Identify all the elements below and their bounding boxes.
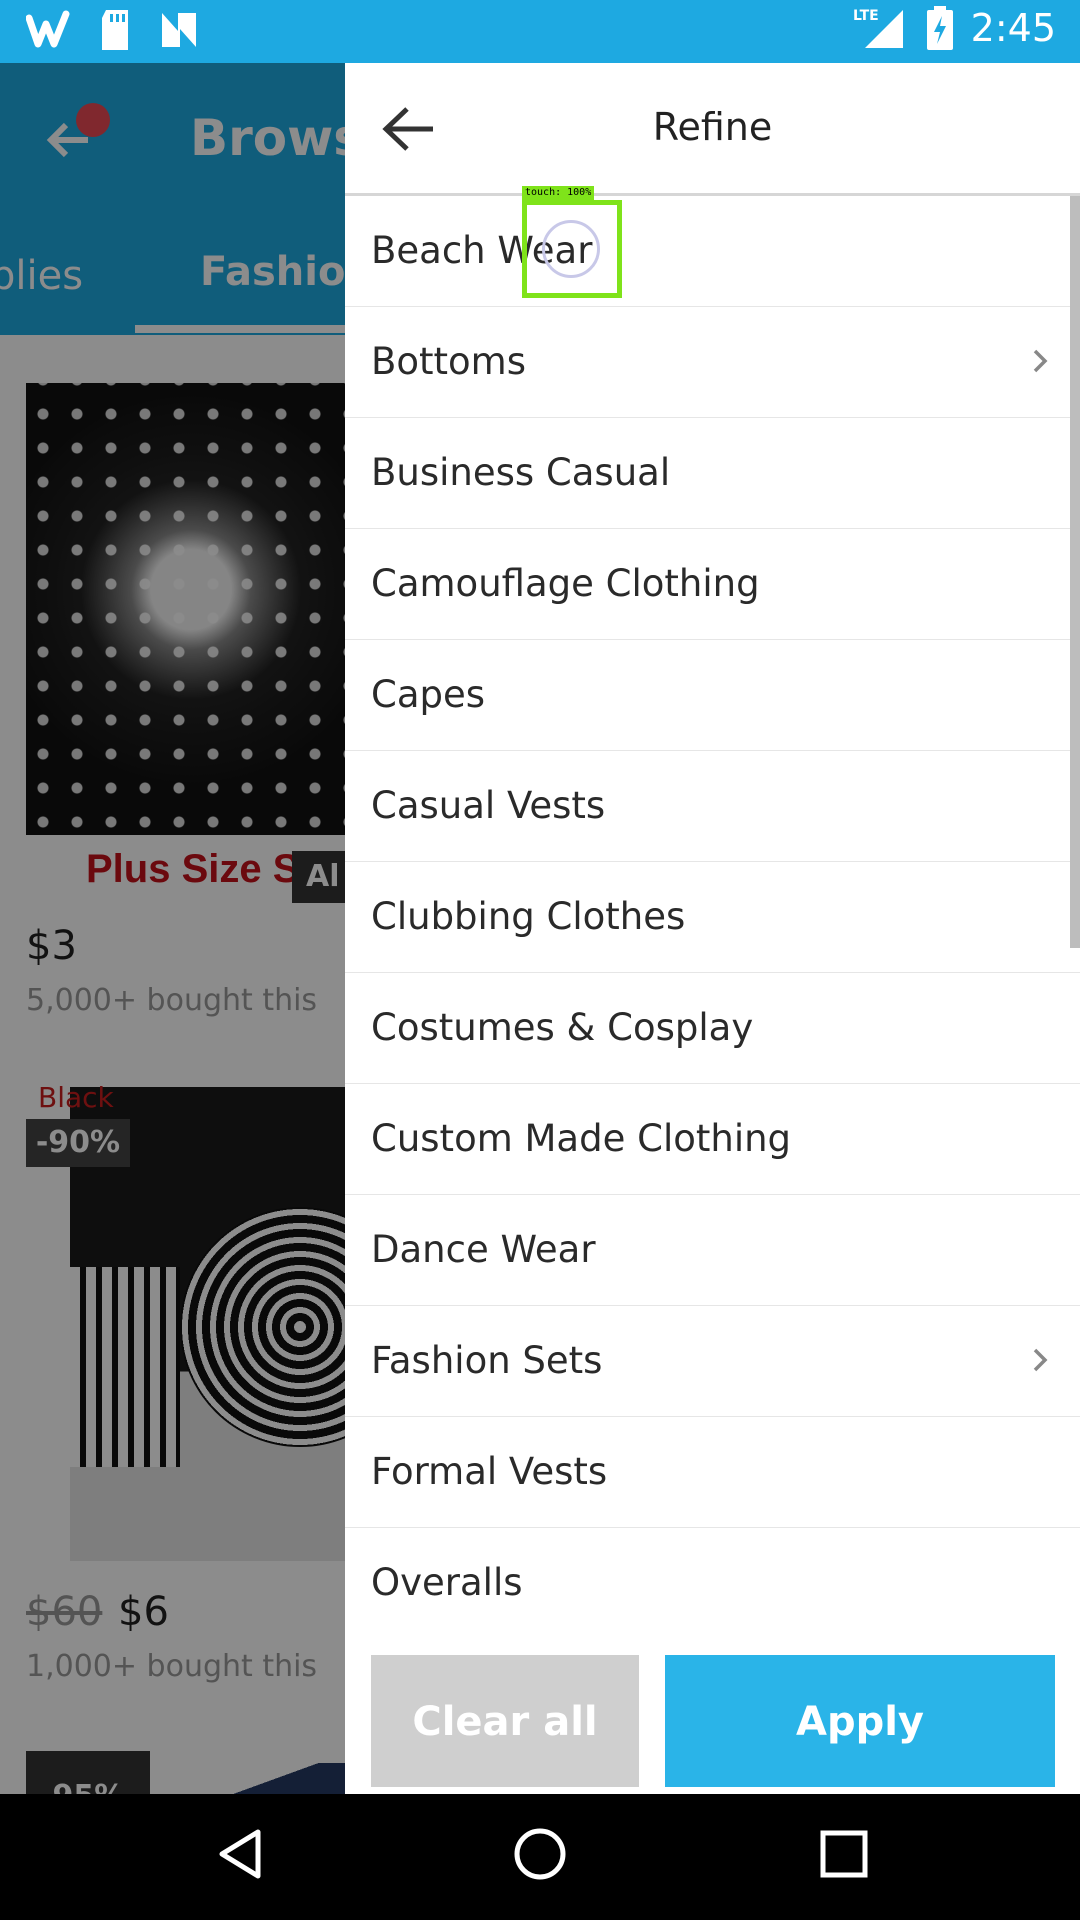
scrollbar[interactable]	[1070, 196, 1080, 948]
category-item[interactable]: Beach Wear	[345, 196, 1080, 307]
category-item[interactable]: Costumes & Cosplay	[345, 973, 1080, 1084]
category-item-label: Overalls	[371, 1561, 523, 1604]
lte-signal-icon: LTE	[853, 8, 903, 48]
status-time: 2:45	[970, 6, 1056, 50]
svg-text:LTE: LTE	[853, 8, 879, 24]
category-item-label: Dance Wear	[371, 1228, 596, 1271]
back-arrow-icon[interactable]	[379, 101, 439, 157]
clear-all-button[interactable]: Clear all	[371, 1655, 639, 1787]
category-item[interactable]: Overalls	[345, 1528, 1080, 1639]
category-item[interactable]: Casual Vests	[345, 751, 1080, 862]
category-item-label: Clubbing Clothes	[371, 895, 686, 938]
sd-card-icon	[102, 10, 128, 50]
drawer-header: Refine	[345, 63, 1080, 196]
chevron-right-icon	[1033, 1348, 1048, 1372]
category-item[interactable]: Clubbing Clothes	[345, 862, 1080, 973]
category-item-label: Camouflage Clothing	[371, 562, 760, 605]
home-nav-icon[interactable]	[510, 1824, 570, 1884]
category-list: Beach Wear Bottoms Business Casual Camoufla…	[345, 196, 1080, 1639]
chevron-right-icon	[1033, 349, 1048, 373]
drawer-footer: Clear all Apply	[345, 1638, 1080, 1794]
category-item[interactable]: Dance Wear	[345, 1195, 1080, 1306]
navigation-bar	[0, 1794, 1080, 1920]
category-item-label: Costumes & Cosplay	[371, 1006, 754, 1049]
category-item-label: Fashion Sets	[371, 1339, 603, 1382]
recents-nav-icon[interactable]	[814, 1824, 874, 1884]
back-nav-icon[interactable]	[212, 1824, 272, 1884]
category-item[interactable]: Camouflage Clothing	[345, 529, 1080, 640]
status-bar: LTE 2:45	[0, 0, 1080, 63]
category-item-label: Bottoms	[371, 340, 526, 383]
category-item-label: Capes	[371, 673, 486, 716]
battery-charging-icon	[926, 6, 953, 50]
category-item[interactable]: Fashion Sets	[345, 1306, 1080, 1417]
category-item[interactable]: Capes	[345, 640, 1080, 751]
apply-button[interactable]: Apply	[665, 1655, 1055, 1787]
touch-point	[542, 220, 600, 278]
refine-drawer: Refine Beach Wear Bottoms Business Casual C…	[345, 63, 1080, 1794]
n-icon	[162, 13, 196, 47]
wish-icon	[26, 10, 70, 48]
drawer-title: Refine	[652, 105, 773, 149]
category-item-label: Formal Vests	[371, 1450, 608, 1493]
category-item-label: Business Casual	[371, 451, 671, 494]
drawer-scrim[interactable]	[0, 63, 345, 1794]
category-item[interactable]: Business Casual	[345, 418, 1080, 529]
category-item[interactable]: Custom Made Clothing	[345, 1084, 1080, 1195]
category-item-label: Custom Made Clothing	[371, 1117, 792, 1160]
category-item[interactable]: Bottoms	[345, 307, 1080, 418]
category-item[interactable]: Formal Vests	[345, 1417, 1080, 1528]
category-item-label: Casual Vests	[371, 784, 606, 827]
touch-indicator-label: touch: 100%	[522, 186, 595, 200]
